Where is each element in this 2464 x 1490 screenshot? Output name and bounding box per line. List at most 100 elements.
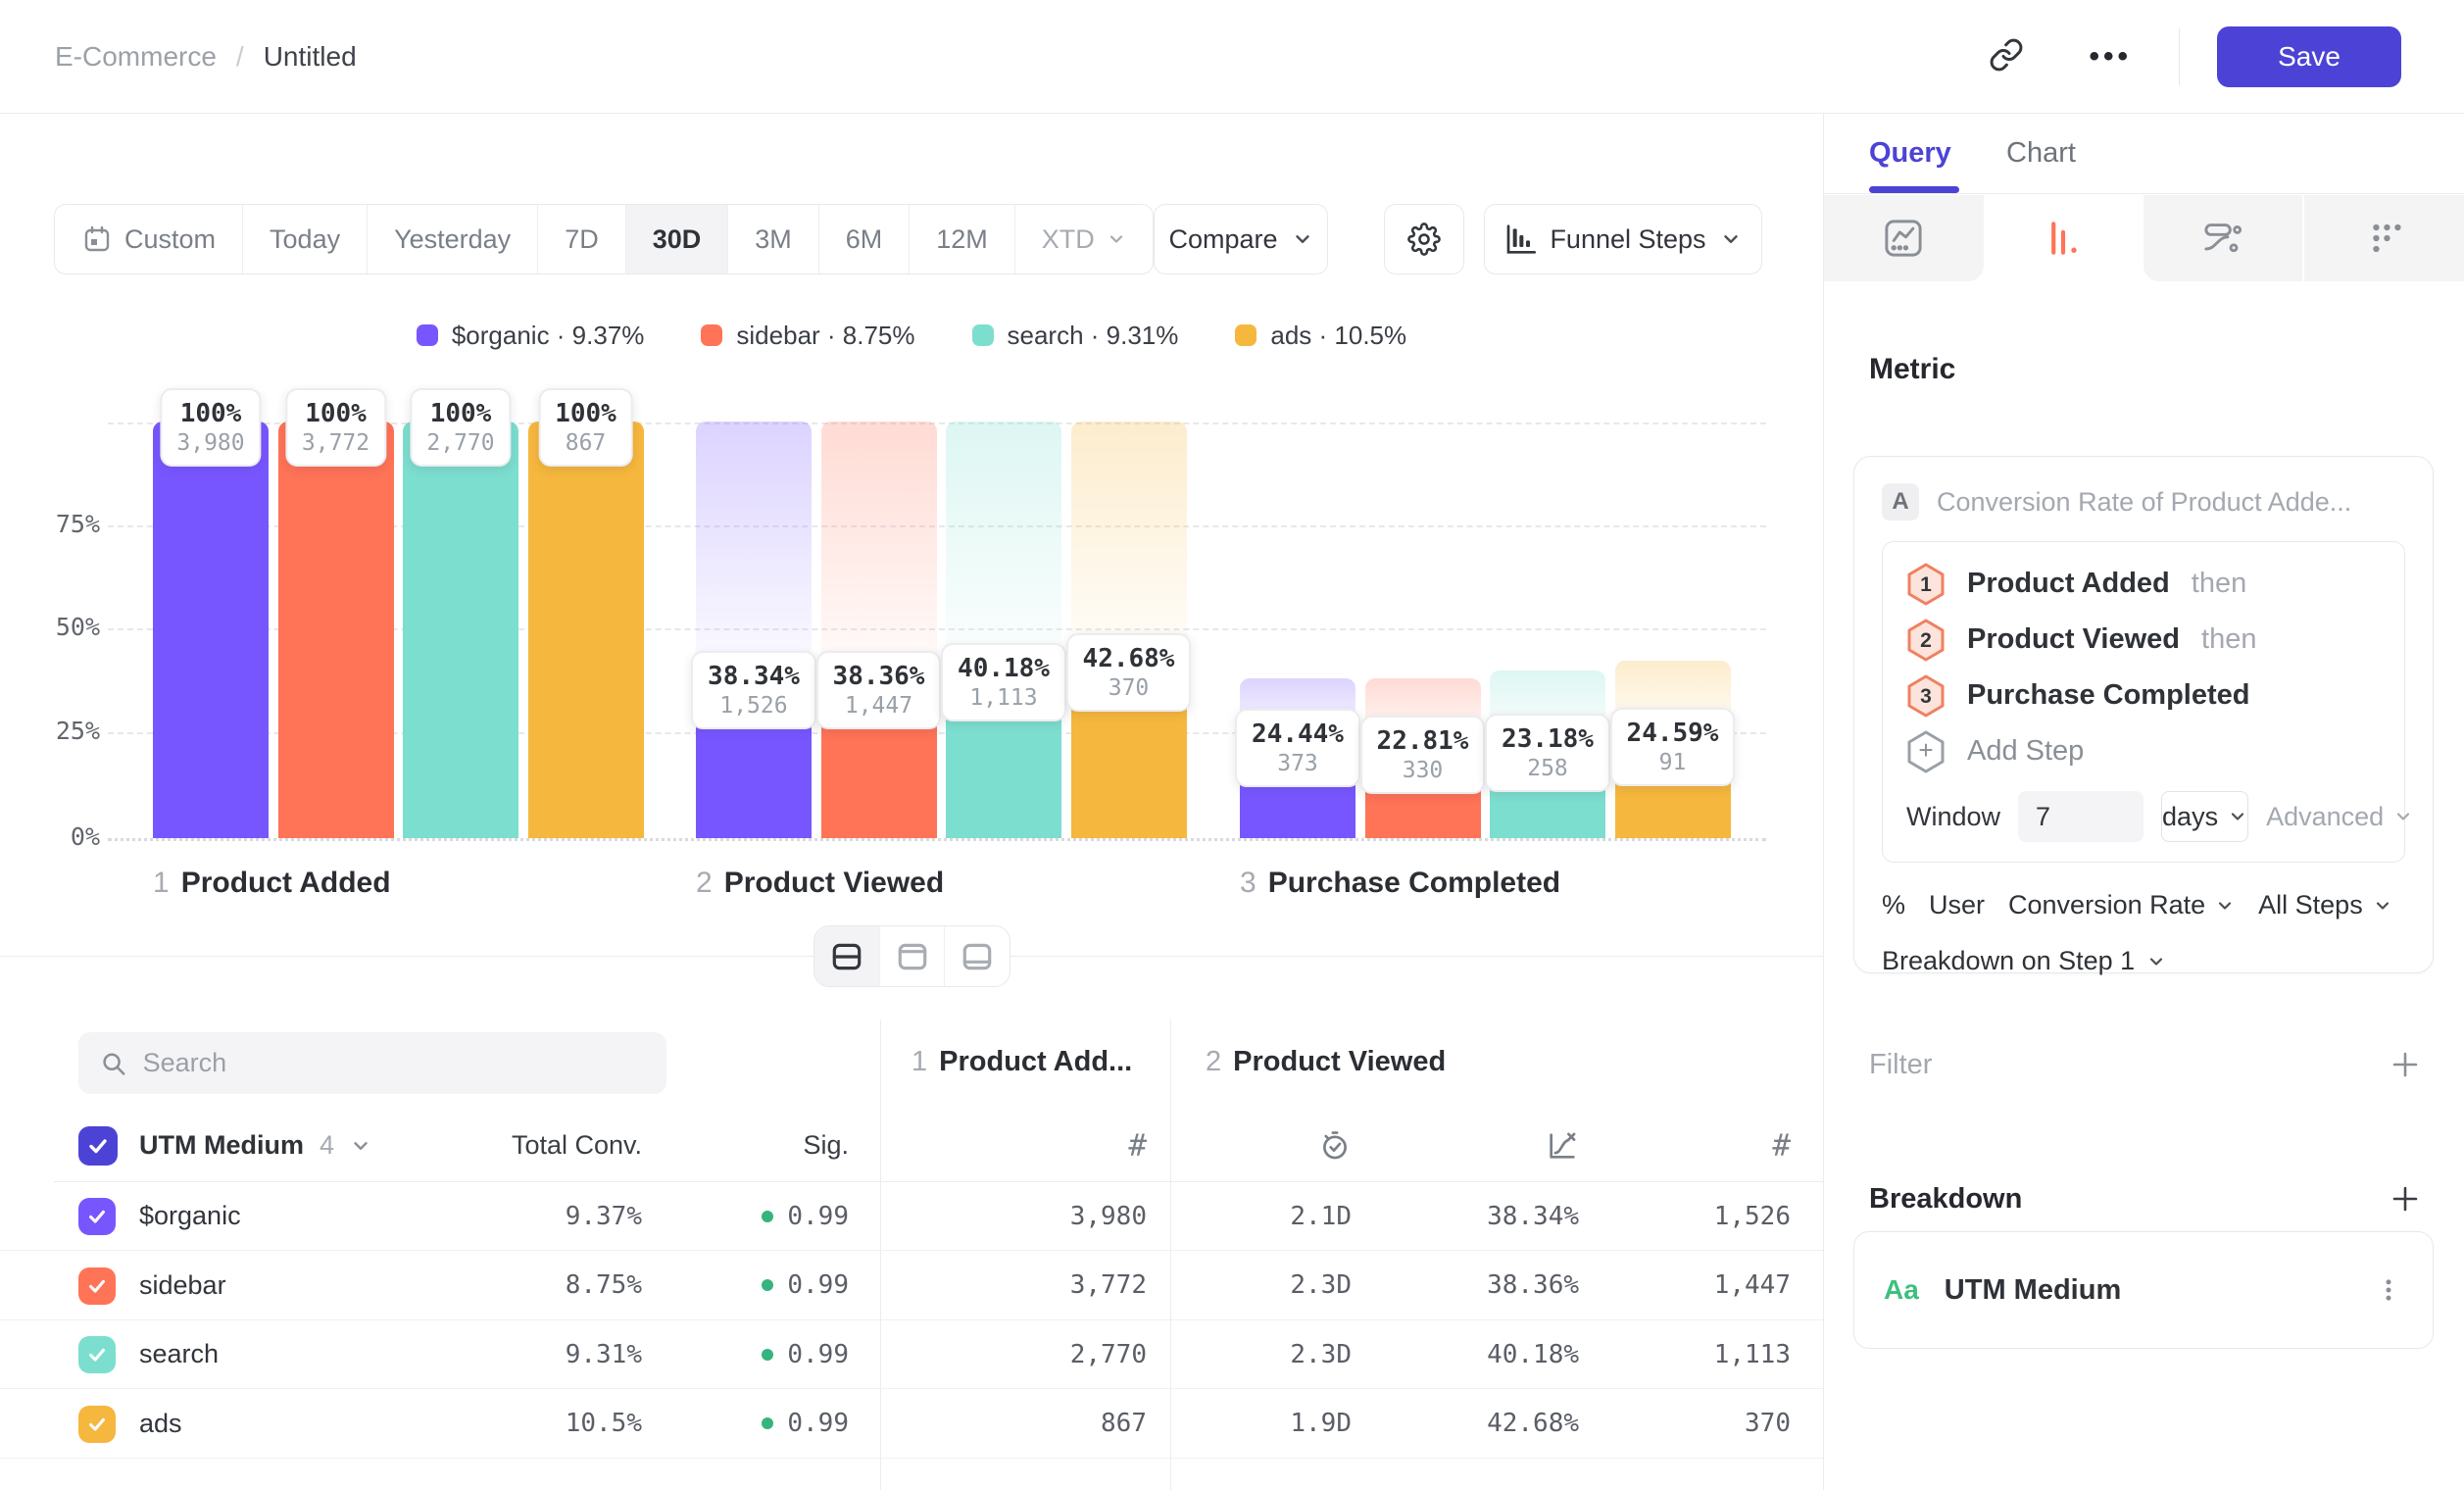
table-row-organic[interactable]: $organic 9.37% 0.99 3,980 2.1D 38.34% 1,… — [0, 1182, 1823, 1251]
tab-chart[interactable]: Chart — [2006, 114, 2076, 193]
query-step-1[interactable]: 1 Product Added then — [1906, 556, 2381, 612]
bar-$organic-step1[interactable] — [153, 422, 269, 838]
bar-conversion-rate: 24.59% — [1627, 718, 1719, 749]
chevron-down-icon — [2215, 896, 2235, 916]
breakdown-column-header[interactable]: UTM Medium — [139, 1130, 304, 1161]
steps-scope-label: All Steps — [2258, 890, 2363, 920]
bar-conversion-rate: 38.34% — [708, 661, 800, 692]
step-event-name: Product Added — [1967, 568, 2170, 600]
advanced-toggle[interactable]: Advanced — [2266, 802, 2413, 832]
query-step-2[interactable]: 2Product Viewedthen — [1906, 612, 2381, 668]
metric-type-dropdown[interactable]: Conversion Rate — [2008, 890, 2235, 920]
metric-type-label: Conversion Rate — [2008, 890, 2205, 920]
save-button[interactable]: Save — [2217, 26, 2401, 87]
bar-count: 2,770 — [426, 429, 494, 457]
step-then-label: then — [2201, 623, 2256, 656]
row-checkbox[interactable] — [78, 1198, 116, 1235]
table-row-ads[interactable]: ads 10.5% 0.99 867 1.9D 42.68% 370 — [0, 1390, 1823, 1459]
more-options-button[interactable]: ••• — [2089, 40, 2132, 74]
add-step-button[interactable]: +Add Step — [1906, 723, 2381, 779]
topbar-divider — [2179, 28, 2180, 85]
conversion-chart-icon — [1546, 1129, 1579, 1163]
table-group-step1: 1 Product Add... — [912, 1033, 1132, 1090]
breadcrumb-report-name[interactable]: Untitled — [264, 41, 357, 73]
row-checkbox[interactable] — [78, 1267, 116, 1305]
table-row-search[interactable]: search 9.31% 0.99 2,770 2.3D 40.18% 1,11… — [0, 1320, 1823, 1389]
steps-scope-dropdown[interactable]: All Steps — [2258, 890, 2392, 920]
bar-count: 3,772 — [302, 429, 370, 457]
column-total-conv[interactable]: Total Conv. — [512, 1110, 642, 1181]
search-input[interactable] — [143, 1048, 645, 1078]
tab-retention[interactable] — [2302, 195, 2464, 281]
metric-heading: Metric — [1869, 353, 1955, 386]
active-tab-underline — [1869, 186, 1959, 193]
flows-icon — [2201, 217, 2244, 260]
significance-dot-icon — [762, 1417, 773, 1429]
bar-value-chip: 38.36% 1,447 — [816, 651, 942, 729]
step-hexagon-icon: 1 — [1906, 563, 1946, 606]
tab-insights[interactable] — [1824, 195, 1984, 281]
series-badge: A — [1882, 483, 1919, 521]
window-unit-select[interactable]: days — [2161, 791, 2248, 842]
funnel-dropoff-area — [1071, 422, 1187, 661]
row-segment-name: search — [139, 1320, 219, 1388]
y-axis-tick: 75% — [0, 510, 100, 538]
metric-series-row[interactable]: A Conversion Rate of Product Adde... — [1882, 482, 2405, 522]
row-segment-name: sidebar — [139, 1252, 226, 1319]
step-list: 1 Product Added then 2Product Viewedthen 3… — [1906, 556, 2381, 779]
tab-funnels[interactable] — [1984, 195, 2144, 281]
bar-count: 370 — [1083, 674, 1175, 702]
chevron-down-icon[interactable] — [350, 1135, 371, 1157]
column-conv-rate-icon[interactable] — [1546, 1110, 1579, 1181]
breakdown-item[interactable]: Aa UTM Medium — [1853, 1231, 2434, 1349]
query-sidebar: Query Chart Metric A Conversion Rate of … — [1823, 114, 2464, 1490]
chevron-down-icon — [2146, 952, 2166, 971]
add-filter-icon[interactable] — [2390, 1049, 2421, 1080]
query-step-3[interactable]: 3Purchase Completed — [1906, 668, 2381, 723]
bar-conversion-rate: 42.68% — [1083, 643, 1175, 674]
cell-step2-conv: 40.18% — [1487, 1320, 1579, 1388]
bar-search-step1[interactable] — [403, 422, 518, 838]
cell-avg-time: 2.3D — [1290, 1252, 1352, 1319]
copy-link-button[interactable] — [1989, 37, 2024, 75]
cell-step1-count: 3,772 — [1070, 1252, 1147, 1319]
column-avg-time-icon[interactable] — [1318, 1110, 1352, 1181]
window-label: Window — [1906, 802, 2000, 832]
cell-avg-time: 2.1D — [1290, 1182, 1352, 1250]
entity-label[interactable]: User — [1929, 890, 1985, 920]
bar-sidebar-step1[interactable] — [278, 422, 394, 838]
tab-query[interactable]: Query — [1869, 114, 1951, 193]
step-then-label: then — [2192, 568, 2246, 600]
layout-split-toggle[interactable] — [814, 926, 879, 986]
column-count-icon[interactable]: # — [1128, 1110, 1147, 1181]
window-value-input[interactable] — [2018, 791, 2144, 842]
breadcrumb-project[interactable]: E-Commerce — [55, 41, 217, 73]
funnel-dropoff-area — [696, 422, 812, 678]
cell-step2-conv: 38.34% — [1487, 1182, 1579, 1250]
bar-count: 258 — [1502, 755, 1594, 782]
select-all-checkbox[interactable] — [78, 1126, 118, 1166]
bar-ads-step1[interactable] — [528, 422, 644, 838]
layout-chart-toggle[interactable] — [879, 926, 945, 986]
bar-value-chip: 22.81% 330 — [1360, 716, 1486, 794]
add-breakdown-icon[interactable] — [2390, 1183, 2421, 1215]
column-sig[interactable]: Sig. — [803, 1110, 849, 1181]
table-row-sidebar[interactable]: sidebar 8.75% 0.99 3,772 2.3D 38.36% 1,4… — [0, 1252, 1823, 1320]
breakdown-section: Breakdown — [1869, 1169, 2421, 1228]
bar-value-chip: 23.18% 258 — [1485, 714, 1610, 792]
row-checkbox[interactable] — [78, 1336, 116, 1373]
bar-count: 1,447 — [833, 692, 925, 720]
kebab-menu-icon[interactable] — [2374, 1275, 2403, 1305]
bar-conversion-rate: 38.36% — [833, 661, 925, 692]
layout-table-toggle[interactable] — [944, 926, 1010, 986]
row-checkbox[interactable] — [78, 1406, 116, 1443]
bar-value-chip: 100% 2,770 — [410, 388, 511, 467]
cell-total-conv: 9.37% — [566, 1182, 642, 1250]
breakdown-on-dropdown[interactable]: Breakdown on Step 1 — [1882, 946, 2405, 976]
column-count-icon[interactable]: # — [1772, 1110, 1791, 1181]
bar-value-chip: 42.68% 370 — [1066, 633, 1192, 712]
bar-conversion-rate: 100% — [302, 398, 370, 429]
bar-count: 1,113 — [958, 684, 1050, 712]
tab-flows[interactable] — [2144, 195, 2303, 281]
filter-section: Filter — [1869, 1035, 2421, 1094]
